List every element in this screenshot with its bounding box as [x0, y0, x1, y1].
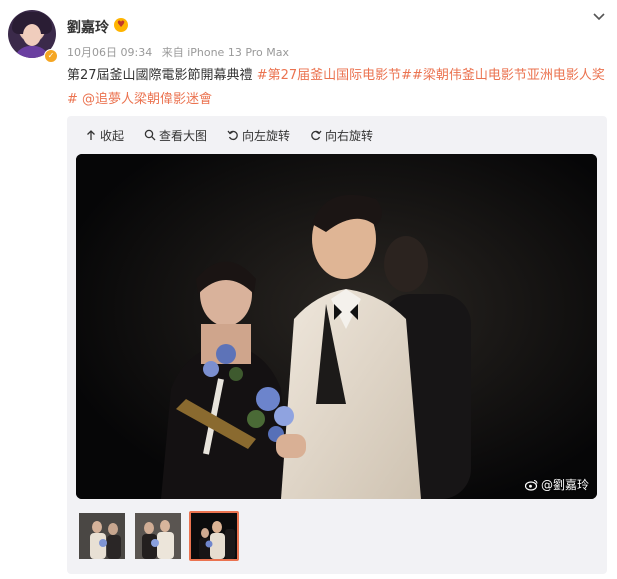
collapse-icon	[87, 130, 95, 140]
post-meta: 10月06日 09:34 来自 iPhone 13 Pro Max	[67, 44, 295, 60]
rotate-left-icon	[227, 130, 238, 141]
collapse-label: 收起	[100, 128, 125, 143]
main-photo[interactable]: @劉嘉玲	[76, 154, 597, 499]
rotate-right-label: 向右旋转	[325, 128, 374, 143]
avatar-face	[23, 24, 41, 46]
mention-fan-club[interactable]: @追夢人梁朝偉影迷會	[82, 92, 212, 107]
photo-watermark: @劉嘉玲	[524, 476, 589, 493]
hashtag-busan-festival[interactable]: #第27届釜山国际电影节#	[257, 68, 412, 83]
thumbnail-1[interactable]	[77, 511, 127, 561]
thumbnail-1-image	[79, 513, 125, 559]
magnifier-icon	[144, 129, 156, 141]
thumbnail-3[interactable]	[189, 511, 239, 561]
weibo-logo-icon	[524, 479, 538, 491]
rotate-right-icon	[311, 130, 322, 141]
rotate-left-label: 向左旋转	[242, 128, 291, 143]
thumbnail-2-image	[135, 513, 181, 559]
collapse-button[interactable]: 收起	[85, 126, 124, 144]
rotate-left-button[interactable]: 向左旋转	[227, 126, 290, 144]
media-toolbar: 收起 查看大图 向左旋转 向右旋转	[85, 126, 373, 144]
post-text-plain: 第27屆釜山國際電影節開幕典禮	[67, 68, 257, 83]
post-text: 第27屆釜山國際電影節開幕典禮 #第27届釜山国际电影节##梁朝伟釜山电影节亚洲…	[67, 64, 607, 112]
thumbnail-strip	[77, 511, 239, 561]
watermark-text: @劉嘉玲	[540, 478, 589, 492]
post-date[interactable]: 10月06日 09:34	[67, 46, 152, 59]
rotate-right-button[interactable]: 向右旋转	[310, 126, 373, 144]
view-large-label: 查看大图	[159, 128, 208, 143]
username[interactable]: 劉嘉玲	[67, 17, 109, 37]
thumbnail-3-image	[191, 513, 237, 559]
media-panel: 收起 查看大图 向左旋转 向右旋转 @劉嘉玲	[67, 116, 607, 574]
thumbnail-2[interactable]	[133, 511, 183, 561]
main-photo-illustration	[76, 154, 597, 499]
post-source: 来自 iPhone 13 Pro Max	[161, 46, 290, 59]
heart-eyes-emoji-icon: ♥	[114, 18, 128, 32]
verified-badge-icon: ✓	[44, 49, 58, 63]
chevron-down-icon[interactable]	[592, 10, 606, 24]
view-large-button[interactable]: 查看大图	[144, 126, 207, 144]
